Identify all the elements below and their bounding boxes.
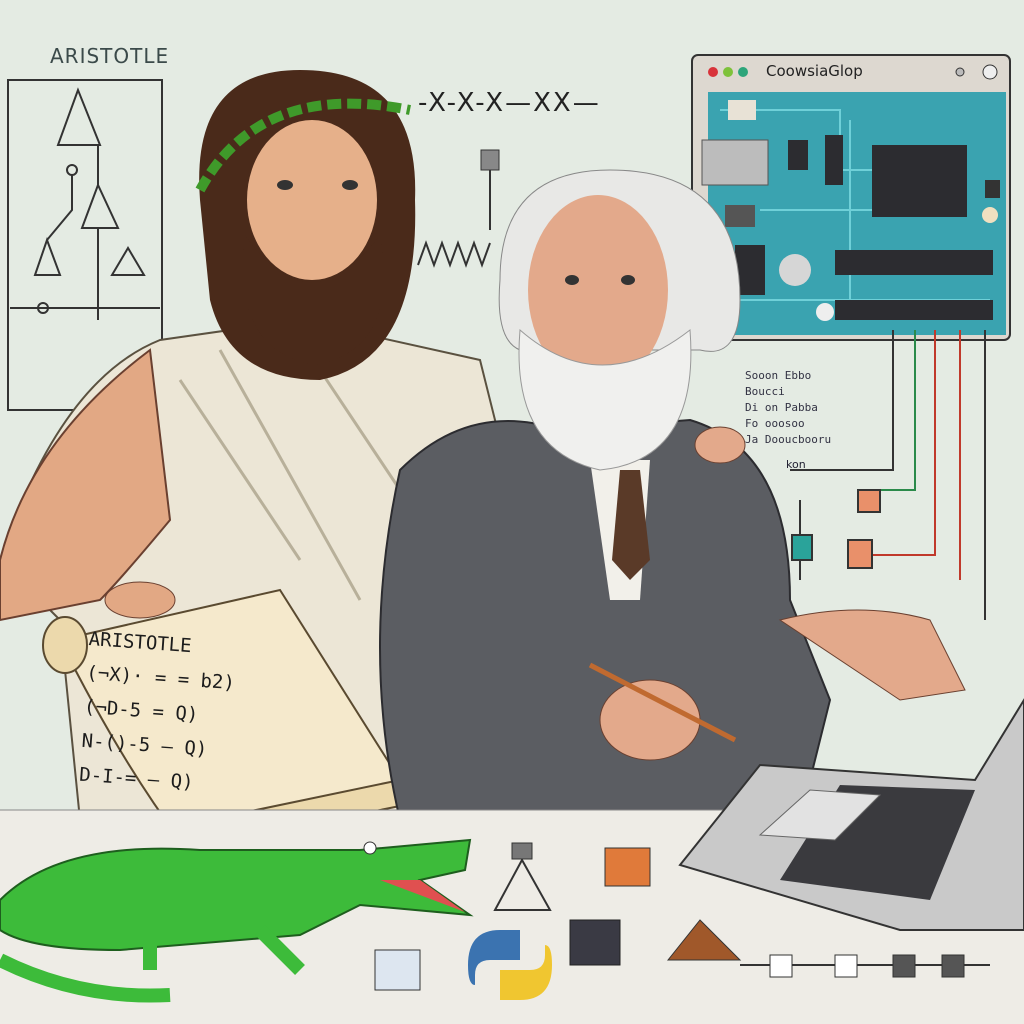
note-line: Sooon Ebbo bbox=[745, 369, 812, 382]
waveform bbox=[417, 240, 491, 268]
diagram-title: ARISTOTLE bbox=[50, 44, 170, 68]
scroll-text: ARISTOTLE (¬X)· = = b2) (¬D-5 = Q) N-()-… bbox=[78, 622, 238, 802]
component bbox=[480, 149, 500, 171]
top-formula: -X-X-X—XX— bbox=[418, 88, 601, 118]
window-title: CoowsiaGlop bbox=[766, 62, 863, 80]
note-line: Ja Dooucbooru bbox=[745, 433, 832, 446]
note-line: Boucci bbox=[745, 385, 785, 398]
illustration bbox=[0, 54, 1024, 1024]
wire-label: kon bbox=[786, 458, 806, 471]
note-line: Fo ooosoo bbox=[745, 417, 805, 430]
board-notes: Sooon Ebbo Boucci Di on Pabba Fo ooosoo … bbox=[745, 368, 831, 448]
note-line: Di on Pabba bbox=[745, 401, 818, 414]
